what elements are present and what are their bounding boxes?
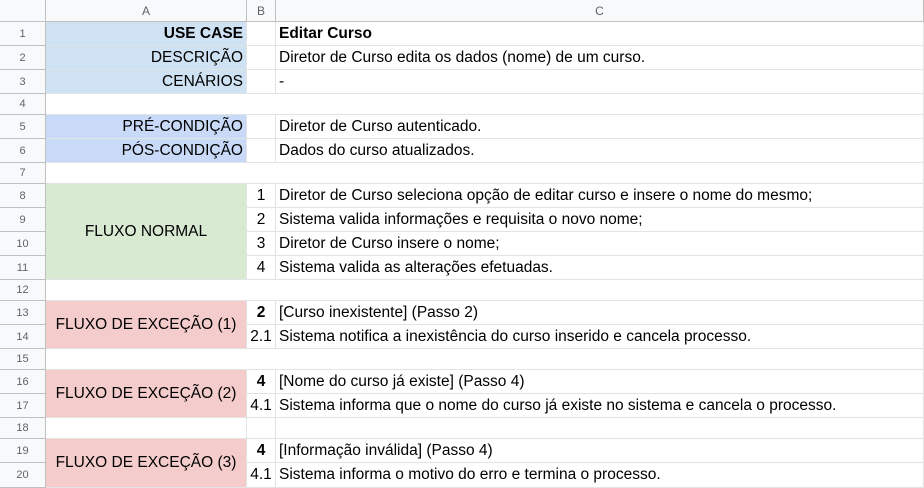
row-header-7[interactable]: 7 — [0, 163, 46, 184]
cell-a19-excecao-3[interactable]: FLUXO DE EXCEÇÃO (3) — [46, 439, 247, 488]
cell-a2[interactable]: DESCRIÇÃO — [46, 46, 247, 70]
cell-b14[interactable]: 2.1 — [247, 325, 276, 349]
column-header-c[interactable]: C — [276, 0, 924, 22]
row-header-16[interactable]: 16 — [0, 370, 46, 394]
row-header-5[interactable]: 5 — [0, 115, 46, 139]
cell-c10[interactable]: Diretor de Curso insere o nome; — [276, 232, 924, 256]
row-header-9[interactable]: 9 — [0, 208, 46, 232]
row-header-2[interactable]: 2 — [0, 46, 46, 70]
cell-b11[interactable]: 4 — [247, 256, 276, 280]
cell-c17[interactable]: Sistema informa que o nome do curso já e… — [276, 394, 924, 418]
cell-c8[interactable]: Diretor de Curso seleciona opção de edit… — [276, 184, 924, 208]
cell-c6[interactable]: Dados do curso atualizados. — [276, 139, 924, 163]
row-header-15[interactable]: 15 — [0, 349, 46, 370]
cell-b19[interactable]: 4 — [247, 439, 276, 463]
row-header-1[interactable]: 1 — [0, 22, 46, 46]
cell-c20[interactable]: Sistema informa o motivo do erro e termi… — [276, 463, 924, 488]
cell-b13[interactable]: 2 — [247, 301, 276, 325]
cell-a5[interactable]: PRÉ-CONDIÇÃO — [46, 115, 247, 139]
cell-a1[interactable]: USE CASE — [46, 22, 247, 46]
cell-c18[interactable] — [276, 418, 924, 439]
cell-b18[interactable] — [247, 418, 276, 439]
cell-row12-merged[interactable] — [46, 280, 924, 301]
row-header-4[interactable]: 4 — [0, 94, 46, 115]
row-header-13[interactable]: 13 — [0, 301, 46, 325]
cell-b17[interactable]: 4.1 — [247, 394, 276, 418]
cell-b9[interactable]: 2 — [247, 208, 276, 232]
cell-c13[interactable]: [Curso inexistente] (Passo 2) — [276, 301, 924, 325]
cell-c14[interactable]: Sistema notifica a inexistência do curso… — [276, 325, 924, 349]
cell-a13-excecao-1[interactable]: FLUXO DE EXCEÇÃO (1) — [46, 301, 247, 349]
column-header-a[interactable]: A — [46, 0, 247, 22]
cell-b5[interactable] — [247, 115, 276, 139]
row-header-11[interactable]: 11 — [0, 256, 46, 280]
row-header-6[interactable]: 6 — [0, 139, 46, 163]
cell-row7-merged[interactable] — [46, 163, 924, 184]
cell-c11[interactable]: Sistema valida as alterações efetuadas. — [276, 256, 924, 280]
cell-c9[interactable]: Sistema valida informações e requisita o… — [276, 208, 924, 232]
cell-b1[interactable] — [247, 22, 276, 46]
row-header-17[interactable]: 17 — [0, 394, 46, 418]
cell-a3[interactable]: CENÁRIOS — [46, 70, 247, 94]
cell-c1[interactable]: Editar Curso — [276, 22, 924, 46]
cell-c19[interactable]: [Informação inválida] (Passo 4) — [276, 439, 924, 463]
spreadsheet-grid: A B C 1 2 3 4 5 6 7 8 9 10 11 12 13 14 1… — [0, 0, 924, 488]
cell-b6[interactable] — [247, 139, 276, 163]
row-header-8[interactable]: 8 — [0, 184, 46, 208]
row-header-3[interactable]: 3 — [0, 70, 46, 94]
cell-a18[interactable] — [46, 418, 247, 439]
cell-b3[interactable] — [247, 70, 276, 94]
row-header-12[interactable]: 12 — [0, 280, 46, 301]
select-all-corner[interactable] — [0, 0, 46, 22]
cell-c5[interactable]: Diretor de Curso autenticado. — [276, 115, 924, 139]
cell-a8-fluxo-normal[interactable]: FLUXO NORMAL — [46, 184, 247, 280]
cell-b8[interactable]: 1 — [247, 184, 276, 208]
row-header-20[interactable]: 20 — [0, 463, 46, 488]
cell-c2[interactable]: Diretor de Curso edita os dados (nome) d… — [276, 46, 924, 70]
cell-a16-excecao-2[interactable]: FLUXO DE EXCEÇÃO (2) — [46, 370, 247, 418]
row-header-14[interactable]: 14 — [0, 325, 46, 349]
cell-c16[interactable]: [Nome do curso já existe] (Passo 4) — [276, 370, 924, 394]
cell-c3[interactable]: - — [276, 70, 924, 94]
cell-a6[interactable]: PÓS-CONDIÇÃO — [46, 139, 247, 163]
row-header-19[interactable]: 19 — [0, 439, 46, 463]
row-header-18[interactable]: 18 — [0, 418, 46, 439]
cell-b16[interactable]: 4 — [247, 370, 276, 394]
cell-b20[interactable]: 4.1 — [247, 463, 276, 488]
cell-b10[interactable]: 3 — [247, 232, 276, 256]
cell-b2[interactable] — [247, 46, 276, 70]
row-header-10[interactable]: 10 — [0, 232, 46, 256]
cell-row4-merged[interactable] — [46, 94, 924, 115]
column-header-b[interactable]: B — [247, 0, 276, 22]
cell-row15-merged[interactable] — [46, 349, 924, 370]
